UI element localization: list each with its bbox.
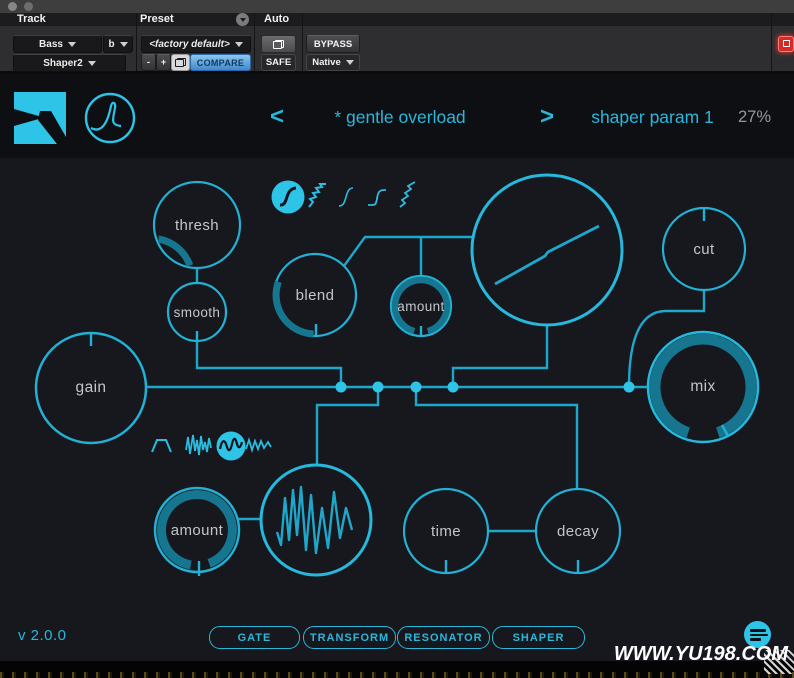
mod-wave-display[interactable] bbox=[259, 463, 373, 577]
signal-flow-canvas bbox=[34, 173, 760, 577]
version-label: v 2.0.0 bbox=[18, 627, 67, 644]
background-app-ticks bbox=[0, 672, 794, 678]
knob-amount-drive[interactable] bbox=[389, 274, 453, 338]
curve-icon-jagged-sigmoid[interactable] bbox=[308, 183, 326, 208]
knob-cut[interactable] bbox=[661, 206, 747, 292]
plugin-window: Track Preset Auto Bass b Shaper2 <factor… bbox=[0, 0, 794, 678]
tab-gate[interactable]: GATE bbox=[209, 626, 300, 649]
watermark: WWW.YU198.COM bbox=[613, 643, 788, 665]
knob-time[interactable] bbox=[402, 487, 490, 575]
knob-blend[interactable] bbox=[272, 252, 358, 338]
wave-icon-zigzag[interactable] bbox=[245, 437, 272, 453]
wave-icon-dense-noise[interactable] bbox=[185, 434, 212, 456]
curve-icon-smooth-sigmoid[interactable] bbox=[338, 187, 354, 207]
mod-waveform bbox=[275, 485, 354, 555]
wave-icon-smooth-noise[interactable] bbox=[216, 431, 246, 461]
tab-resonator[interactable]: RESONATOR bbox=[397, 626, 490, 649]
knob-amount-mod[interactable] bbox=[153, 486, 241, 576]
knob-gain[interactable] bbox=[34, 331, 148, 445]
knob-decay[interactable] bbox=[534, 487, 622, 575]
transfer-curve bbox=[494, 224, 600, 286]
curve-icon-soft-sigmoid[interactable] bbox=[271, 180, 305, 214]
knob-thresh[interactable] bbox=[152, 180, 242, 270]
tab-transform[interactable]: TRANSFORM bbox=[303, 626, 396, 649]
knob-mix[interactable] bbox=[646, 330, 760, 444]
curve-icon-staircase[interactable] bbox=[399, 181, 416, 208]
wave-icon-trapezoid[interactable] bbox=[151, 439, 172, 453]
curve-icon-step-sigmoid[interactable] bbox=[368, 189, 387, 206]
knob-smooth[interactable] bbox=[166, 281, 228, 343]
shaper-curve-display[interactable] bbox=[470, 173, 624, 327]
